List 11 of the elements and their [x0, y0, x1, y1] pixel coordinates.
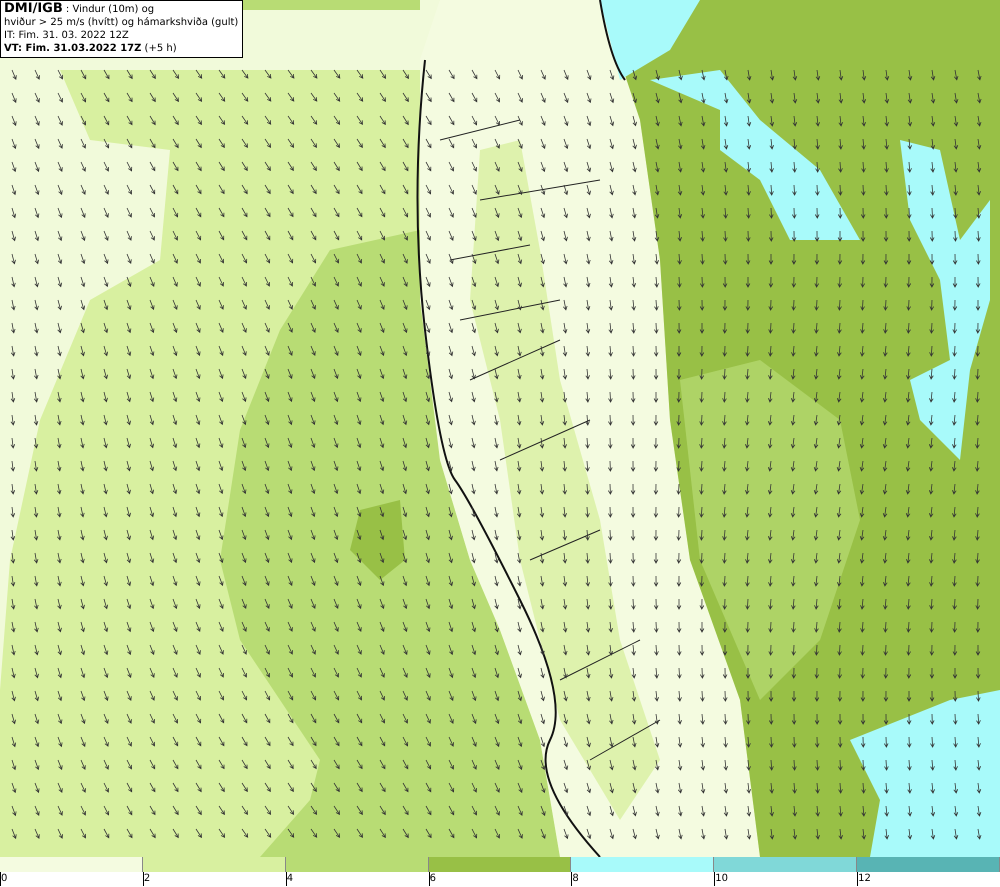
- legend-label: 12: [857, 872, 871, 886]
- legend-label: 10: [714, 872, 728, 886]
- legend-label: 8: [571, 872, 579, 886]
- legend-label: 4: [286, 872, 294, 886]
- legend-label: 2: [142, 872, 150, 886]
- legend-label: 6: [428, 872, 436, 886]
- info-text: IT: Fim. 31. 03. 2022 12Z: [4, 29, 130, 42]
- legend-label: 0: [0, 872, 8, 886]
- info-text: hviður > 25 m/s (hvítt) og hámarkshviða (gult): [4, 16, 238, 29]
- info-text: DMI/IGB : Vindur (10m) og: [4, 2, 156, 16]
- info-text: VT: Fim. 31.03.2022 17Z (+5 h): [4, 42, 178, 55]
